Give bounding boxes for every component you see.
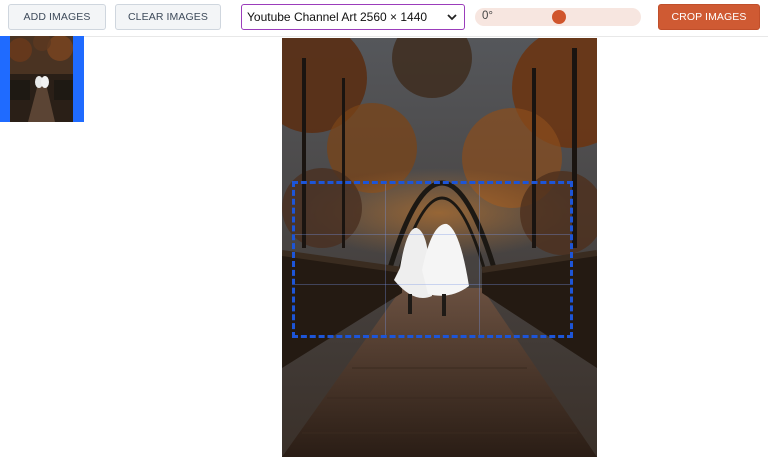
toolbar: ADD IMAGES CLEAR IMAGES Youtube Channel … [0,0,768,37]
crop-gridline-h1 [295,234,570,235]
add-images-button[interactable]: ADD IMAGES [8,4,106,30]
crop-selection-box[interactable] [292,181,573,338]
chevron-down-icon [447,14,457,21]
crop-gridline-v1 [385,184,386,335]
rotation-slider-handle[interactable] [552,10,566,24]
thumbnail-image[interactable] [10,36,73,122]
crop-gridline-v2 [479,184,480,335]
clear-images-button[interactable]: CLEAR IMAGES [115,4,221,30]
crop-gridline-h2 [295,284,570,285]
crop-images-button[interactable]: CROP IMAGES [658,4,760,30]
preset-select[interactable]: Youtube Channel Art 2560 × 1440 [241,4,465,30]
rotation-value: 0° [482,10,493,22]
preset-select-value: Youtube Channel Art 2560 × 1440 [247,10,428,24]
thumbnail-selected[interactable] [0,36,84,122]
rotation-slider[interactable]: 0° [475,8,641,26]
